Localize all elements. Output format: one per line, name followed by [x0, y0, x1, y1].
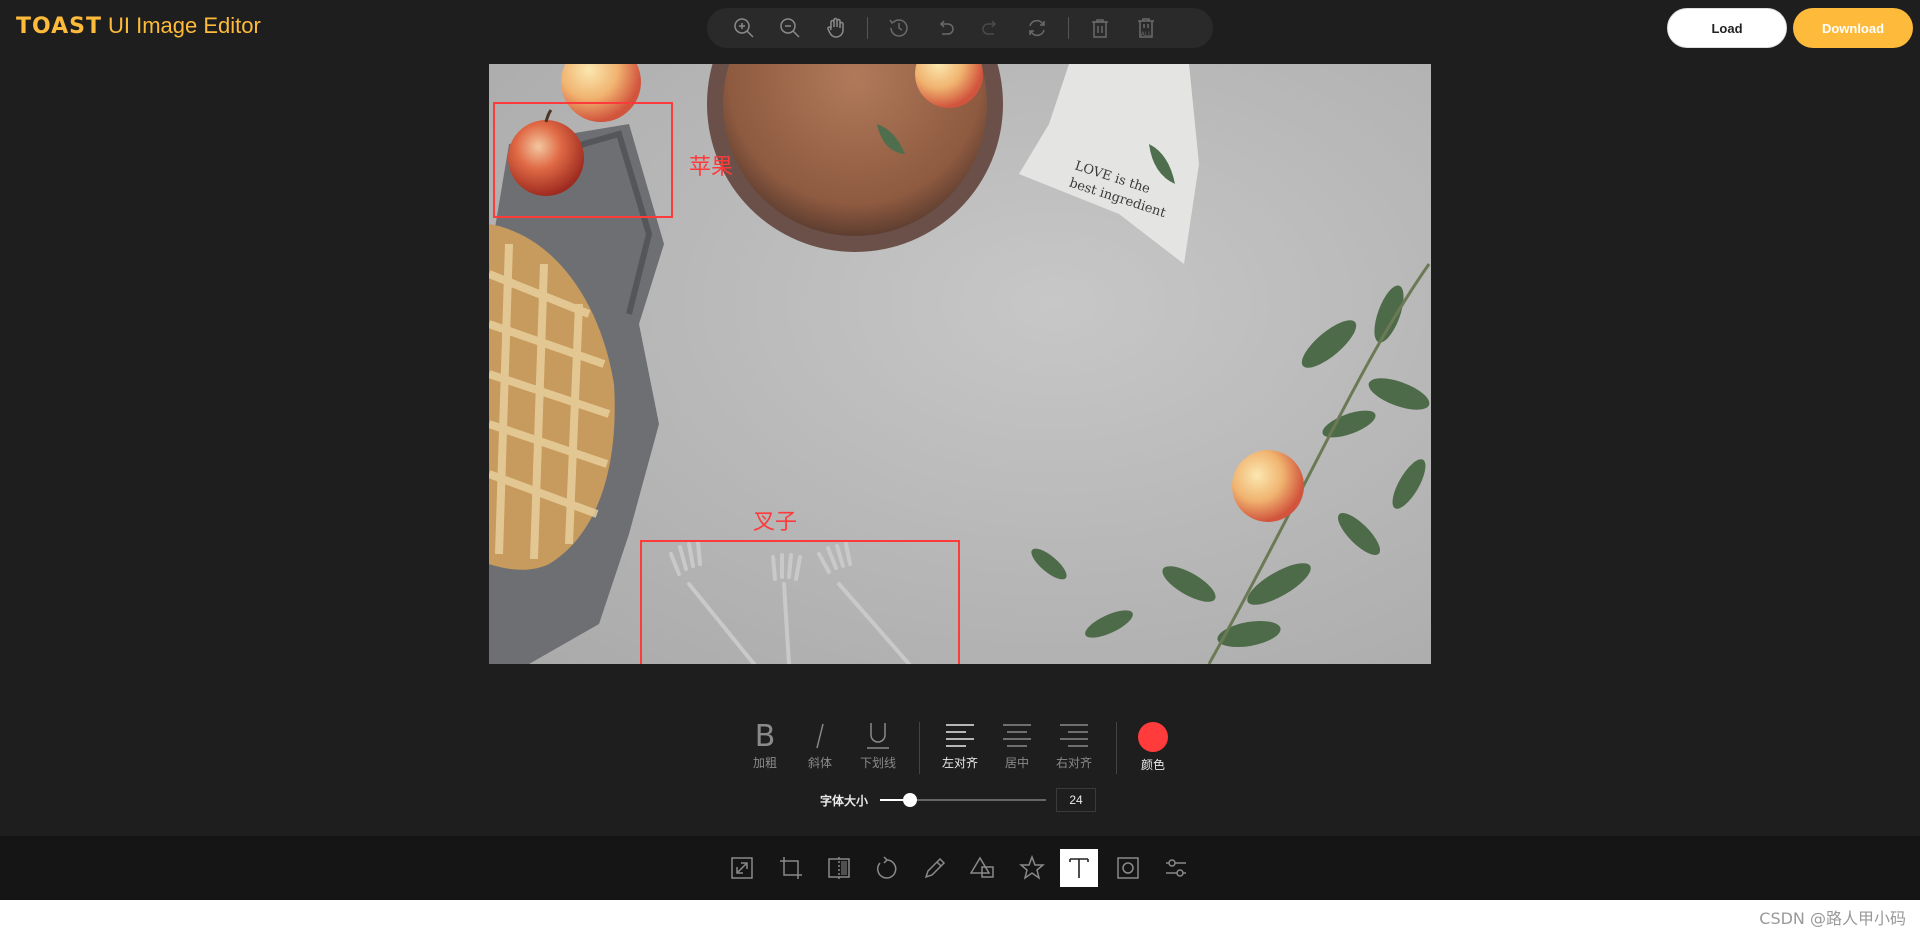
align-left-button[interactable]: 左对齐 — [938, 718, 982, 771]
top-history-menu: ALL — [707, 8, 1213, 48]
crop-icon[interactable] — [772, 849, 810, 887]
text-color-swatch — [1138, 722, 1168, 752]
underline-button[interactable]: 下划线 — [856, 718, 900, 771]
app-logo: TOAST UI Image Editor — [16, 12, 261, 40]
bold-button[interactable]: B 加粗 — [743, 718, 787, 771]
history-icon[interactable] — [882, 11, 916, 45]
align-center-icon — [995, 718, 1039, 752]
text-color-button[interactable]: 颜色 — [1138, 720, 1168, 773]
italic-label: 斜体 — [807, 756, 832, 770]
flip-icon[interactable] — [820, 849, 858, 887]
underline-icon — [856, 718, 900, 752]
rotate-icon[interactable] — [868, 849, 906, 887]
csdn-watermark: CSDN @路人甲小码 — [1759, 909, 1906, 928]
toolbar-divider — [867, 17, 868, 39]
underline-label: 下划线 — [859, 756, 896, 770]
draw-icon[interactable] — [916, 849, 954, 887]
filter-icon[interactable] — [1157, 849, 1195, 887]
font-size-slider-thumb[interactable] — [902, 793, 917, 807]
bold-icon: B — [743, 718, 787, 752]
text-icon[interactable] — [1060, 849, 1098, 887]
svg-text:B: B — [755, 720, 776, 750]
apple-annotation-text[interactable]: 苹果 — [689, 149, 733, 181]
undo-icon[interactable] — [928, 11, 962, 45]
redo-icon[interactable] — [974, 11, 1008, 45]
delete-all-text: ALL — [1141, 31, 1152, 38]
reset-icon[interactable] — [1020, 11, 1054, 45]
mask-icon[interactable] — [1109, 849, 1147, 887]
submenu-divider — [919, 722, 920, 774]
icon-star-icon[interactable] — [1013, 849, 1051, 887]
text-color-label: 颜色 — [1140, 758, 1165, 772]
load-button[interactable]: Load — [1667, 8, 1787, 48]
delete-all-icon[interactable]: ALL — [1129, 11, 1163, 45]
italic-icon — [798, 718, 842, 752]
bold-label: 加粗 — [752, 756, 777, 770]
align-left-icon — [938, 718, 982, 752]
toolbar-divider — [1068, 17, 1069, 39]
editor-canvas[interactable]: LOVE is the best ingredient 苹果 叉子 — [489, 64, 1431, 664]
font-size-input[interactable]: 24 — [1056, 788, 1096, 812]
submenu-divider — [1116, 722, 1117, 774]
align-center-label: 居中 — [1004, 756, 1029, 770]
fork-annotation-box[interactable] — [640, 540, 960, 664]
apple-annotation-box[interactable] — [493, 102, 673, 218]
zoom-out-icon[interactable] — [773, 11, 807, 45]
logo-brand: TOAST — [16, 13, 102, 39]
delete-icon[interactable] — [1083, 11, 1117, 45]
resize-icon[interactable] — [723, 849, 761, 887]
zoom-in-icon[interactable] — [727, 11, 761, 45]
italic-button[interactable]: 斜体 — [798, 718, 842, 771]
align-left-label: 左对齐 — [941, 756, 978, 770]
fork-annotation-text[interactable]: 叉子 — [753, 504, 797, 536]
shape-icon[interactable] — [964, 849, 1002, 887]
align-right-icon — [1052, 718, 1096, 752]
align-right-label: 右对齐 — [1055, 756, 1092, 770]
font-size-label: 字体大小 — [820, 793, 869, 808]
bottom-tool-menu — [0, 836, 1920, 900]
font-size-control: 字体大小 24 — [820, 788, 1096, 812]
align-right-button[interactable]: 右对齐 — [1052, 718, 1096, 771]
align-center-button[interactable]: 居中 — [995, 718, 1039, 771]
hand-icon[interactable] — [819, 11, 853, 45]
logo-subtitle: UI Image Editor — [108, 13, 261, 38]
font-size-slider[interactable] — [880, 793, 1046, 807]
download-button[interactable]: Download — [1793, 8, 1913, 48]
image-editor-app: TOAST UI Image Editor ALL Load Download … — [0, 0, 1920, 900]
